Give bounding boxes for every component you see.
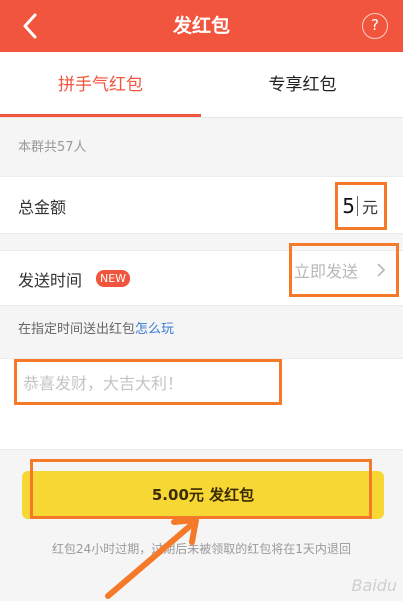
chevron-right-icon [377, 263, 386, 277]
blessing-message-input[interactable]: 恭喜发财，大吉大利！ [14, 359, 282, 405]
watermark-logo-icon: Baidu [351, 576, 397, 595]
active-tab-indicator [0, 114, 201, 117]
annotation-box [30, 459, 372, 519]
schedule-hint-text: 在指定时间送出红包 [18, 322, 136, 337]
tab-exclusive-red-packet[interactable]: 专享红包 [202, 52, 403, 118]
schedule-hint: 在指定时间送出红包怎么玩 [18, 318, 174, 337]
tab-random-red-packet[interactable]: 拼手气红包 [0, 52, 201, 118]
new-badge: NEW [96, 270, 131, 287]
expiry-footnote: 红包24小时过期，过期后未被领取的红包将在1天内退回 [52, 542, 351, 556]
page-title: 发红包 [172, 15, 230, 37]
group-member-count: 本群共57人 [18, 140, 87, 155]
amount-input[interactable]: 5 元 [335, 182, 387, 230]
amount-label: 总金额 [18, 198, 67, 217]
tab-bar: 拼手气红包 专享红包 [0, 52, 403, 118]
amount-value: 5 [342, 194, 355, 218]
send-time-select[interactable]: 立即发送 [289, 243, 399, 297]
message-card: 恭喜发财，大吉大利！ [0, 358, 403, 450]
how-to-play-link[interactable]: 怎么玩 [135, 322, 174, 337]
help-button[interactable]: ? [362, 13, 388, 39]
title-bar: 发红包 ? [0, 0, 403, 52]
send-time-label: 发送时间 [18, 271, 83, 290]
text-cursor [356, 196, 358, 216]
amount-row: 总金额 5 元 [0, 176, 403, 234]
send-time-value: 立即发送 [294, 262, 359, 281]
amount-unit: 元 [361, 198, 378, 217]
send-time-row[interactable]: 发送时间 NEW 立即发送 [0, 243, 403, 306]
